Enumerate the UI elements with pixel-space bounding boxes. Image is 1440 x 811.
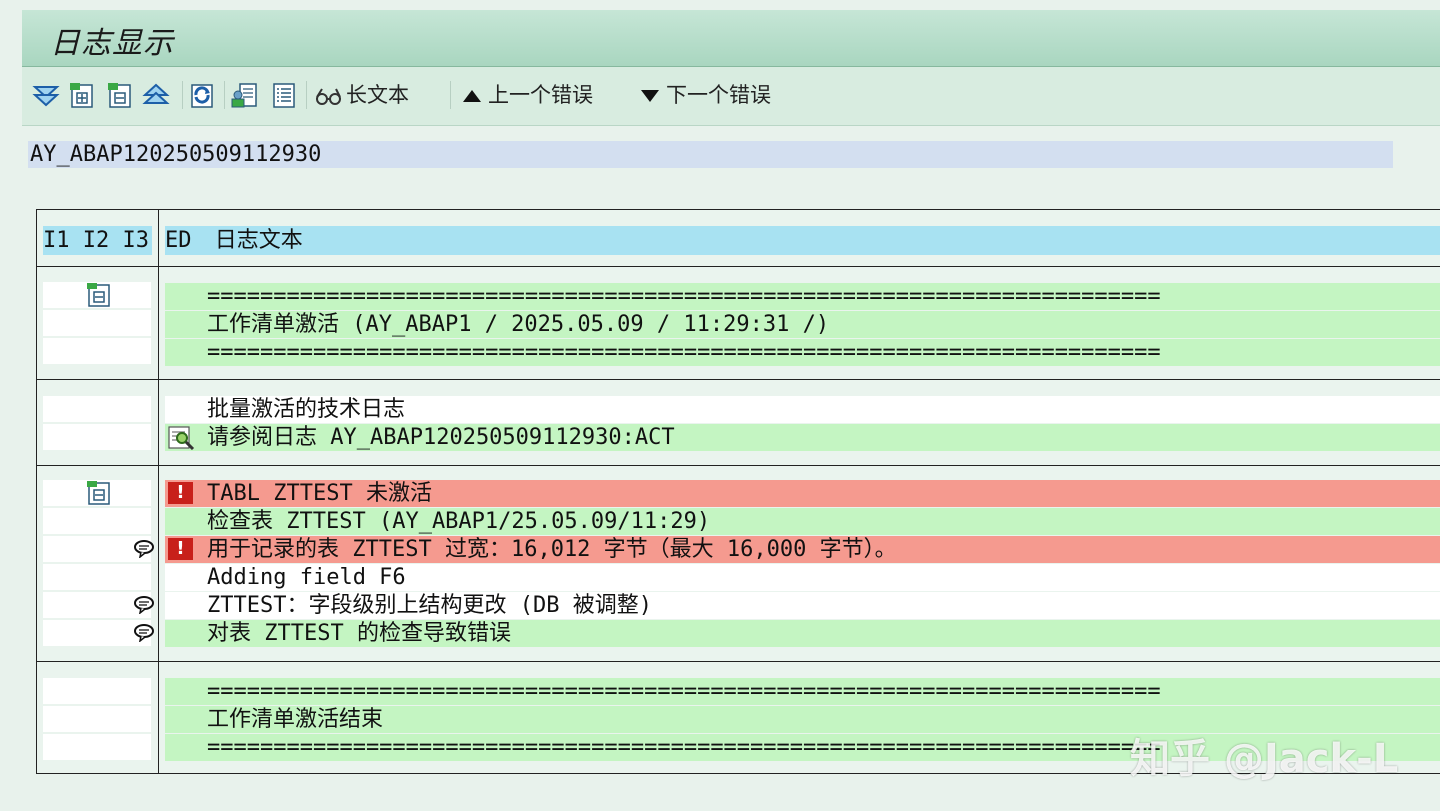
message-icon[interactable] bbox=[133, 624, 155, 642]
log-id-field: AY_ABAP120250509112930 bbox=[28, 141, 1393, 168]
next-error-label: 下一个错误 bbox=[666, 83, 771, 107]
level-cell bbox=[43, 706, 151, 732]
toolbar-separator bbox=[306, 81, 307, 109]
log-row-text: 批量激活的技术日志 bbox=[207, 397, 406, 422]
refresh-icon[interactable] bbox=[188, 81, 216, 109]
message-icon[interactable] bbox=[133, 596, 155, 614]
log-detail-icon[interactable] bbox=[167, 425, 195, 450]
column-divider bbox=[158, 210, 159, 773]
log-row[interactable]: ========================================… bbox=[165, 678, 1440, 705]
log-row-text: 对表 ZTTEST 的检查导致错误 bbox=[207, 621, 511, 646]
log-row-text: ========================================… bbox=[207, 735, 1161, 760]
log-row-text: Adding field F6 bbox=[207, 565, 406, 590]
log-row-error[interactable]: ! 用于记录的表 ZTTEST 过宽：16,012 字节（最大 16,000 字… bbox=[165, 536, 1440, 563]
log-row-text: ========================================… bbox=[207, 679, 1161, 704]
previous-error-label: 上一个错误 bbox=[488, 83, 593, 107]
level-cell bbox=[43, 424, 151, 450]
header-log-text: 日志文本 bbox=[214, 228, 303, 253]
log-row-text: 请参阅日志 AY_ABAP120250509112930:ACT bbox=[207, 425, 675, 450]
level-cell bbox=[43, 396, 151, 422]
previous-error-button[interactable]: 上一个错误 bbox=[462, 81, 593, 109]
log-row-text: 检查表 ZTTEST (AY_ABAP1/25.05.09/11:29) bbox=[207, 509, 711, 534]
log-row[interactable]: Adding field F6 bbox=[165, 564, 1440, 591]
log-row-text: ========================================… bbox=[207, 340, 1161, 365]
log-row-text: 工作清单激活 (AY_ABAP1 / 2025.05.09 / 11:29:31… bbox=[207, 312, 830, 337]
details-icon[interactable] bbox=[230, 81, 258, 109]
page-title: 日志显示 bbox=[50, 26, 174, 61]
level-cell bbox=[43, 734, 151, 760]
level-cell bbox=[43, 310, 151, 336]
group-divider bbox=[37, 379, 1440, 380]
collapse-all-icon[interactable] bbox=[142, 81, 170, 109]
collapse-node-icon[interactable] bbox=[85, 282, 113, 308]
log-row[interactable]: 对表 ZTTEST 的检查导致错误 bbox=[165, 620, 1440, 647]
error-icon: ! bbox=[168, 482, 193, 504]
expand-all-icon[interactable] bbox=[32, 81, 60, 109]
collapse-node-icon[interactable] bbox=[85, 480, 113, 506]
toolbar-separator bbox=[450, 81, 451, 109]
watermark: 知乎 @Jack-L bbox=[1130, 736, 1399, 782]
toolbar-separator bbox=[224, 81, 225, 109]
group-divider bbox=[37, 661, 1440, 662]
long-text-button[interactable]: 长文本 bbox=[314, 81, 409, 109]
toolbar-separator bbox=[182, 81, 183, 109]
log-row-text: ========================================… bbox=[207, 284, 1161, 309]
log-row[interactable]: 工作清单激活 (AY_ABAP1 / 2025.05.09 / 11:29:31… bbox=[165, 311, 1440, 338]
log-row-text: ZTTEST：字段级别上结构更改 (DB 被调整) bbox=[207, 593, 652, 618]
level-cell bbox=[43, 592, 154, 618]
list-icon[interactable] bbox=[270, 81, 298, 109]
level-cell bbox=[43, 508, 151, 534]
triangle-down-icon bbox=[641, 90, 659, 102]
log-row-text: 工作清单激活结束 bbox=[207, 707, 384, 732]
message-icon[interactable] bbox=[133, 540, 155, 558]
toolbar: 长文本 上一个错误 下一个错误 bbox=[22, 67, 1440, 126]
level-cell bbox=[43, 620, 154, 646]
level-cell bbox=[43, 338, 151, 364]
log-row[interactable]: 检查表 ZTTEST (AY_ABAP1/25.05.09/11:29) bbox=[165, 508, 1440, 535]
level-cell bbox=[43, 480, 151, 506]
level-cell bbox=[43, 536, 154, 562]
level-cell bbox=[43, 678, 151, 704]
group-divider bbox=[37, 465, 1440, 466]
log-row[interactable]: ========================================… bbox=[165, 339, 1440, 366]
log-row-error[interactable]: ! TABL ZTTEST 未激活 bbox=[165, 480, 1440, 507]
next-error-button[interactable]: 下一个错误 bbox=[640, 81, 771, 109]
log-row[interactable]: ZTTEST：字段级别上结构更改 (DB 被调整) bbox=[165, 592, 1440, 619]
log-table: I1 I2 I3 ED 日志文本 =======================… bbox=[36, 209, 1440, 774]
error-icon: ! bbox=[168, 538, 193, 560]
log-row[interactable]: ========================================… bbox=[165, 283, 1440, 310]
level-cell bbox=[43, 564, 151, 590]
level-cell bbox=[43, 282, 151, 308]
log-row[interactable]: 批量激活的技术日志 bbox=[165, 396, 1440, 423]
header-levels: I1 I2 I3 bbox=[43, 226, 152, 255]
glasses-icon bbox=[316, 88, 341, 105]
triangle-up-icon bbox=[463, 90, 481, 102]
log-row[interactable]: 请参阅日志 AY_ABAP120250509112930:ACT bbox=[165, 424, 1440, 451]
log-row-text: 用于记录的表 ZTTEST 过宽：16,012 字节（最大 16,000 字节）… bbox=[207, 537, 897, 562]
group-divider bbox=[37, 266, 1440, 267]
expand-icon[interactable] bbox=[68, 81, 96, 109]
collapse-icon[interactable] bbox=[106, 81, 134, 109]
long-text-label: 长文本 bbox=[346, 83, 409, 107]
header-ed: ED bbox=[165, 228, 192, 253]
header-text: ED 日志文本 bbox=[165, 226, 1440, 255]
title-bar: 日志显示 bbox=[22, 10, 1440, 67]
header-level-cols: I1 I2 I3 bbox=[43, 228, 149, 253]
log-row-text: TABL ZTTEST 未激活 bbox=[207, 481, 432, 506]
